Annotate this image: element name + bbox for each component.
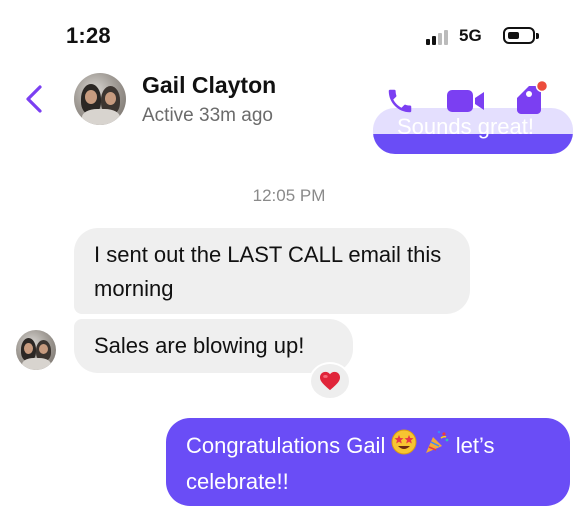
sender-avatar[interactable] bbox=[16, 330, 56, 370]
chevron-left-icon bbox=[26, 85, 42, 113]
video-call-button[interactable] bbox=[446, 87, 486, 115]
message-reaction[interactable] bbox=[309, 362, 351, 400]
notification-dot-icon bbox=[535, 79, 549, 93]
contact-name[interactable]: Gail Clayton bbox=[142, 72, 276, 99]
party-popper-emoji-icon bbox=[424, 429, 450, 465]
incoming-message-bubble[interactable]: Sales are blowing up! bbox=[74, 319, 353, 373]
phone-icon bbox=[388, 89, 412, 113]
incoming-message-text: Sales are blowing up! bbox=[94, 333, 305, 358]
battery-icon bbox=[503, 27, 539, 44]
outgoing-message-bubble[interactable]: Congratulations Gail let’s celebrate!! bbox=[166, 418, 570, 506]
tag-icon bbox=[517, 79, 549, 114]
contact-avatar[interactable] bbox=[74, 73, 126, 125]
outgoing-message-text: Congratulations Gail bbox=[186, 433, 386, 458]
network-label: 5G bbox=[459, 26, 482, 45]
star-struck-emoji-icon bbox=[391, 429, 417, 465]
signal-strength-icon bbox=[426, 30, 448, 45]
call-button[interactable] bbox=[385, 86, 415, 116]
status-time: 1:28 bbox=[66, 23, 111, 48]
message-timestamp: 12:05 PM bbox=[252, 186, 326, 205]
video-camera-icon bbox=[447, 90, 484, 112]
incoming-message-text: I sent out the LAST CALL email this morn… bbox=[94, 242, 442, 301]
tag-button[interactable] bbox=[511, 79, 549, 118]
incoming-message-bubble[interactable]: I sent out the LAST CALL email this morn… bbox=[74, 228, 470, 314]
back-button[interactable] bbox=[22, 84, 48, 114]
heart-icon bbox=[320, 371, 340, 391]
contact-active-status: Active 33m ago bbox=[142, 105, 273, 126]
